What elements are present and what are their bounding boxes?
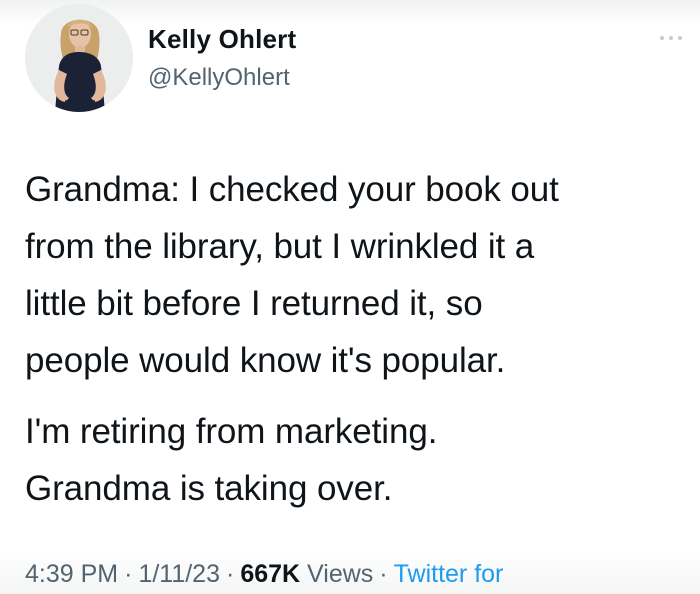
author-handle[interactable]: @KellyOhlert [148,64,290,92]
tweet-time[interactable]: 4:39 PM [25,560,118,588]
meta-separator: · [124,560,133,588]
author-display-name[interactable]: Kelly Ohlert [148,24,296,55]
watermark-text: You [310,16,327,27]
views-count: 667K [240,560,301,588]
meta-separator: · [379,560,388,588]
tweet-source-link[interactable]: Twitter for [394,560,504,588]
author-avatar[interactable] [25,4,133,112]
tweet-metadata: 4:39 PM · 1/11/23 · 667K Views · Twitter for [25,560,503,589]
person-photo-avatar-icon [25,4,133,112]
tweet-card: Kelly Ohlert @KellyOhlert You Grandma: I… [0,0,700,594]
tweet-date[interactable]: 1/11/23 [138,560,220,588]
tweet-text: Grandma: I checked your book out from th… [25,161,690,517]
more-horizontal-icon[interactable] [660,32,686,44]
tweet-header: Kelly Ohlert @KellyOhlert You [0,0,700,130]
tweet-paragraph: Grandma: I checked your book out from th… [25,170,559,380]
views-label: Views [307,560,374,588]
tweet-paragraph: I'm retiring from marketing. Grandma is … [25,412,438,508]
meta-separator: · [226,560,235,588]
